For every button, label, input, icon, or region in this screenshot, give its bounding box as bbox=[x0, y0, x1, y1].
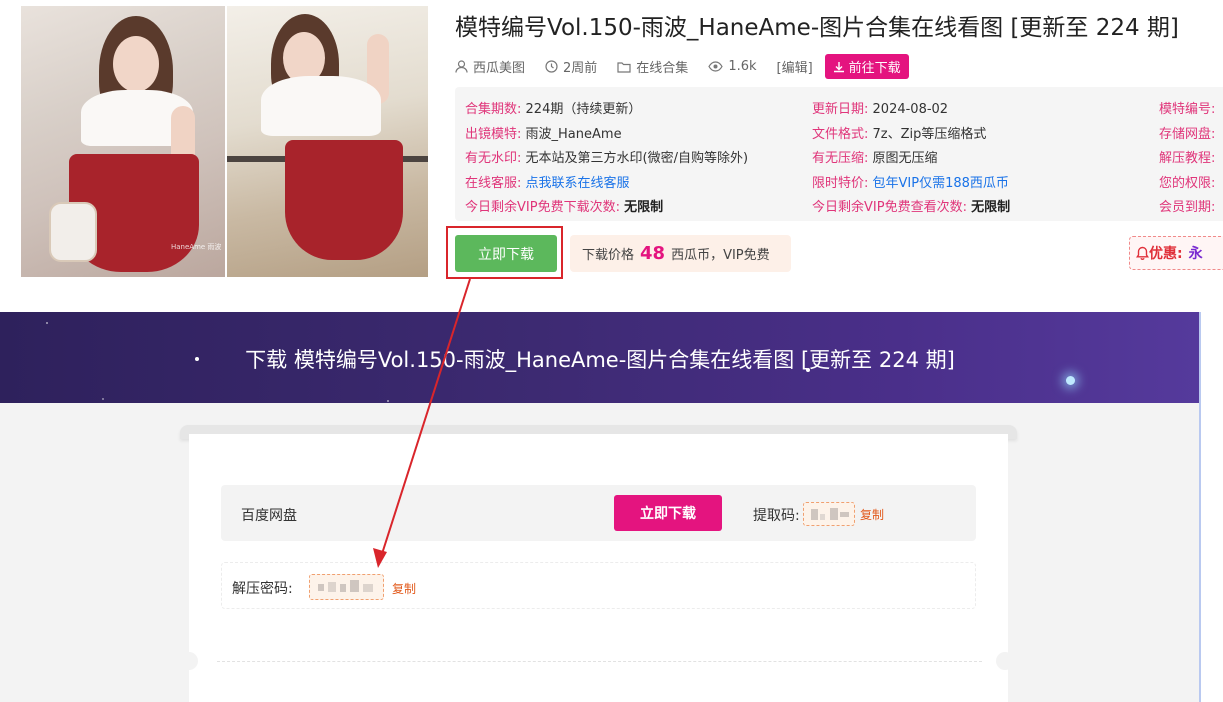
annotation-arrow bbox=[373, 278, 471, 568]
arrow-head bbox=[373, 548, 387, 568]
